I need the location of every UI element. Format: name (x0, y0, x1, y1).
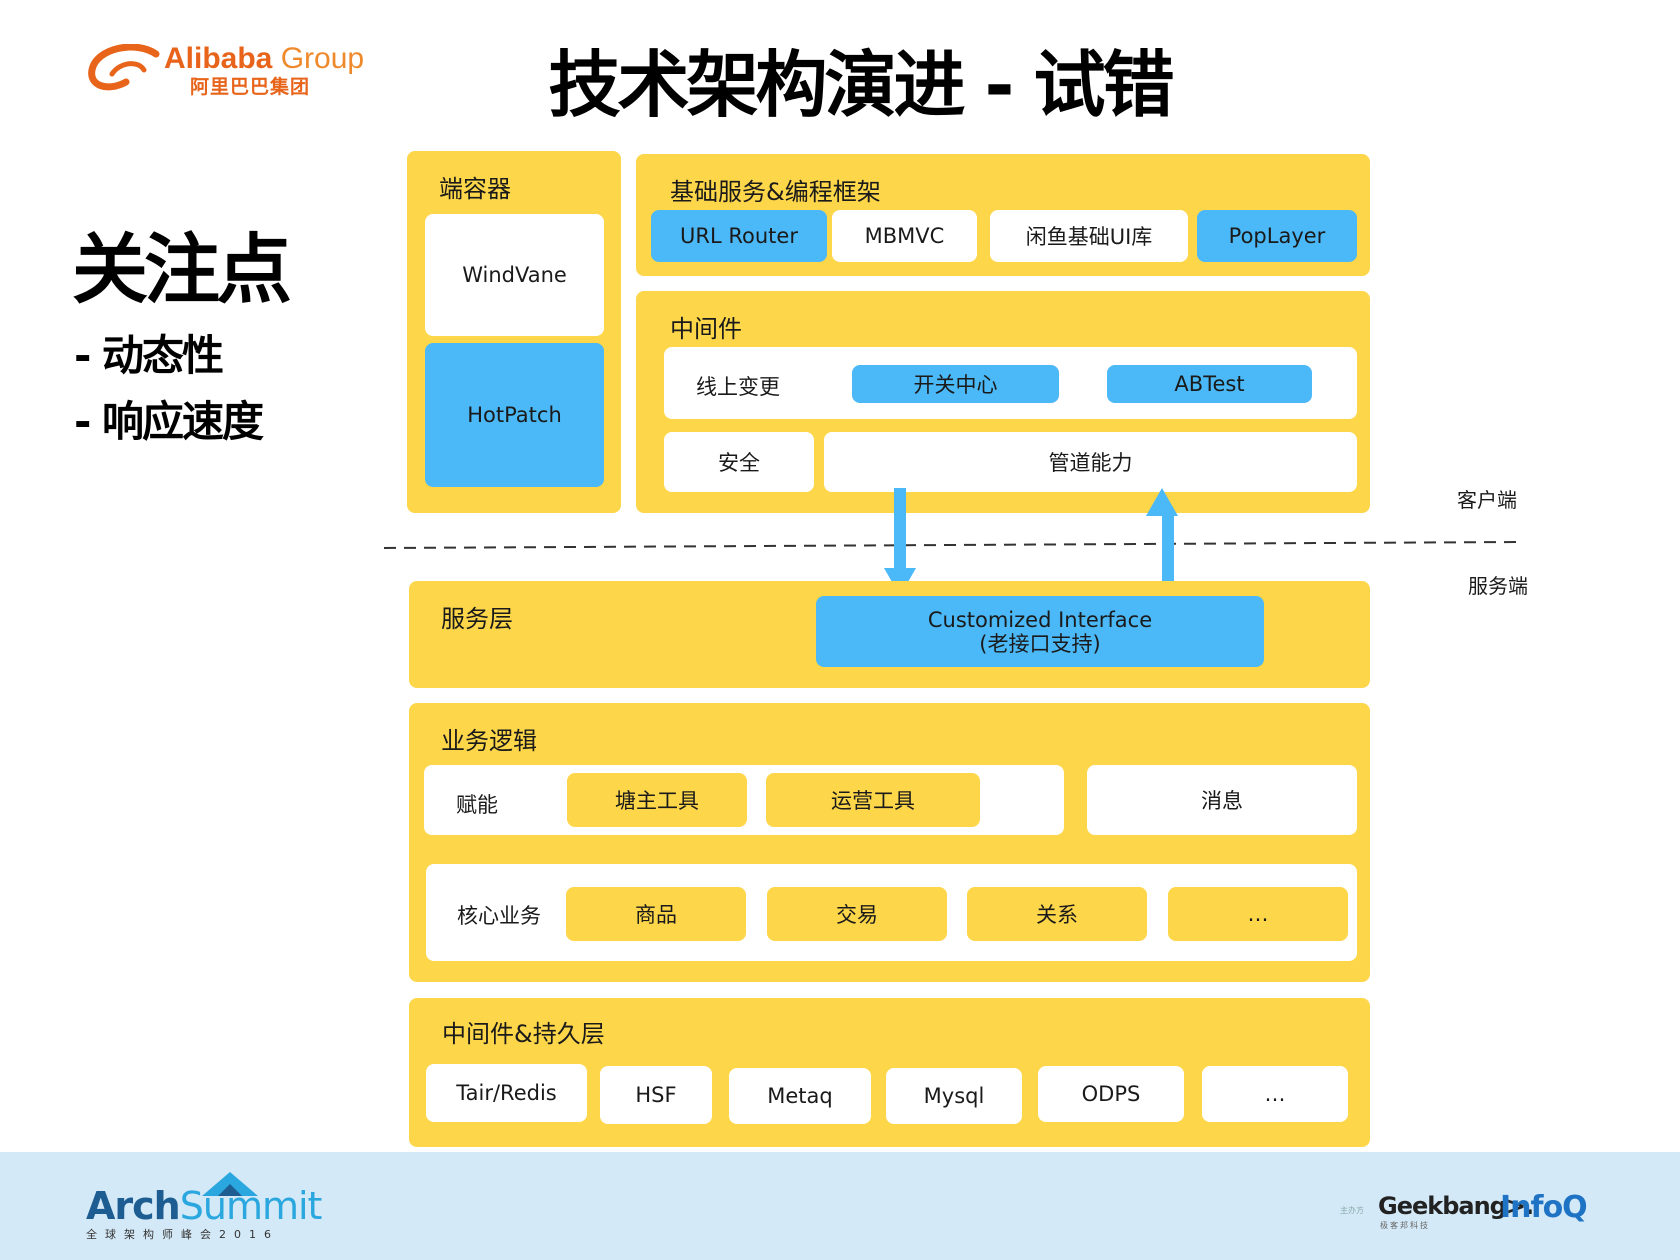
core-item-trade: 交易 (767, 887, 947, 941)
logo-chinese: 阿里巴巴集团 (190, 76, 311, 98)
interface-note: (老接口支持) (979, 631, 1101, 656)
interface-name: Customized Interface (927, 607, 1153, 632)
pipeline-box: 管道能力 (824, 432, 1357, 492)
xianyu-ui-box: 闲鱼基础UI库 (990, 210, 1188, 262)
persistence-more-box: … (1202, 1066, 1348, 1122)
logo-wordmark: Alibaba Group (164, 42, 364, 76)
client-side-label: 客户端 (1457, 488, 1517, 512)
service-layer-label: 服务层 (441, 605, 513, 633)
host-label: 主办方 (1340, 1206, 1364, 1215)
tair-redis-box: Tair/Redis (426, 1064, 587, 1122)
core-business-label: 核心业务 (457, 904, 541, 928)
geekbang-subtitle: 极客邦科技 (1380, 1221, 1430, 1230)
odps-box: ODPS (1038, 1066, 1184, 1122)
business-logic-panel: 业务逻辑 赋能 塘主工具 运营工具 消息 核心业务 商品 交易 关系 … (409, 703, 1370, 982)
service-layer-panel: 服务层 Customized Interface (老接口支持) (409, 581, 1370, 688)
down-arrow-icon (884, 488, 916, 596)
focus-item-dynamic: - 动态性 (74, 331, 224, 380)
container-label: 端容器 (439, 175, 511, 203)
server-side-label: 服务端 (1468, 574, 1528, 598)
url-router-box: URL Router (651, 210, 827, 262)
persistence-panel: 中间件&持久层 Tair/Redis HSF Metaq Mysql ODPS … (409, 998, 1370, 1147)
core-item-relation: 关系 (967, 887, 1147, 941)
windvane-box: WindVane (425, 214, 604, 336)
alibaba-logo: Alibaba Group 阿里巴巴集团 (86, 40, 396, 100)
focus-item-response: - 响应速度 (74, 397, 264, 446)
online-change-label: 线上变更 (696, 375, 780, 399)
slide-title: 技术架构演进 - 试错 (548, 43, 1174, 127)
ops-tool-box: 运营工具 (766, 773, 980, 827)
pond-tool-box: 塘主工具 (567, 773, 747, 827)
infoq-logo: InfoQ (1500, 1190, 1588, 1225)
mbmvc-box: MBMVC (832, 210, 977, 262)
business-logic-label: 业务逻辑 (441, 727, 537, 755)
switch-center-box: 开关中心 (852, 365, 1059, 403)
client-middleware-panel: 中间件 线上变更 开关中心 ABTest 安全 管道能力 (636, 291, 1370, 513)
client-middleware-label: 中间件 (670, 315, 742, 343)
empower-row: 赋能 塘主工具 运营工具 (424, 765, 1064, 835)
mysql-box: Mysql (886, 1068, 1022, 1124)
archsummit-summit: Summit (179, 1184, 323, 1228)
hotpatch-box: HotPatch (425, 343, 604, 487)
hsf-box: HSF (600, 1066, 712, 1124)
logo-group: Group (280, 42, 365, 75)
poplayer-box: PopLayer (1197, 210, 1357, 262)
persistence-label: 中间件&持久层 (442, 1020, 605, 1048)
archsummit-subtitle: 全球架构师峰会2016 (86, 1228, 279, 1241)
basic-services-label: 基础服务&编程框架 (670, 178, 881, 206)
logo-brand: Alibaba (164, 42, 273, 75)
focus-title: 关注点 (72, 225, 292, 314)
up-arrow-icon (1146, 488, 1178, 596)
basic-services-panel: 基础服务&编程框架 URL Router MBMVC 闲鱼基础UI库 PopLa… (636, 154, 1370, 276)
alibaba-swoosh-icon (88, 44, 160, 91)
online-change-row: 线上变更 开关中心 ABTest (664, 347, 1357, 419)
customized-interface-box: Customized Interface (老接口支持) (816, 596, 1264, 667)
empower-label: 赋能 (456, 793, 498, 817)
container-panel: 端容器 WindVane HotPatch (407, 151, 621, 513)
core-business-row: 核心业务 商品 交易 关系 … (426, 864, 1357, 961)
message-box: 消息 (1087, 765, 1357, 835)
security-box: 安全 (664, 432, 814, 492)
core-item-more: … (1168, 887, 1348, 941)
metaq-box: Metaq (729, 1068, 871, 1124)
archsummit-logo: ArchSummit (86, 1184, 323, 1228)
abtest-box: ABTest (1107, 365, 1312, 403)
core-item-goods: 商品 (566, 887, 746, 941)
archsummit-arch: Arch (86, 1184, 181, 1228)
